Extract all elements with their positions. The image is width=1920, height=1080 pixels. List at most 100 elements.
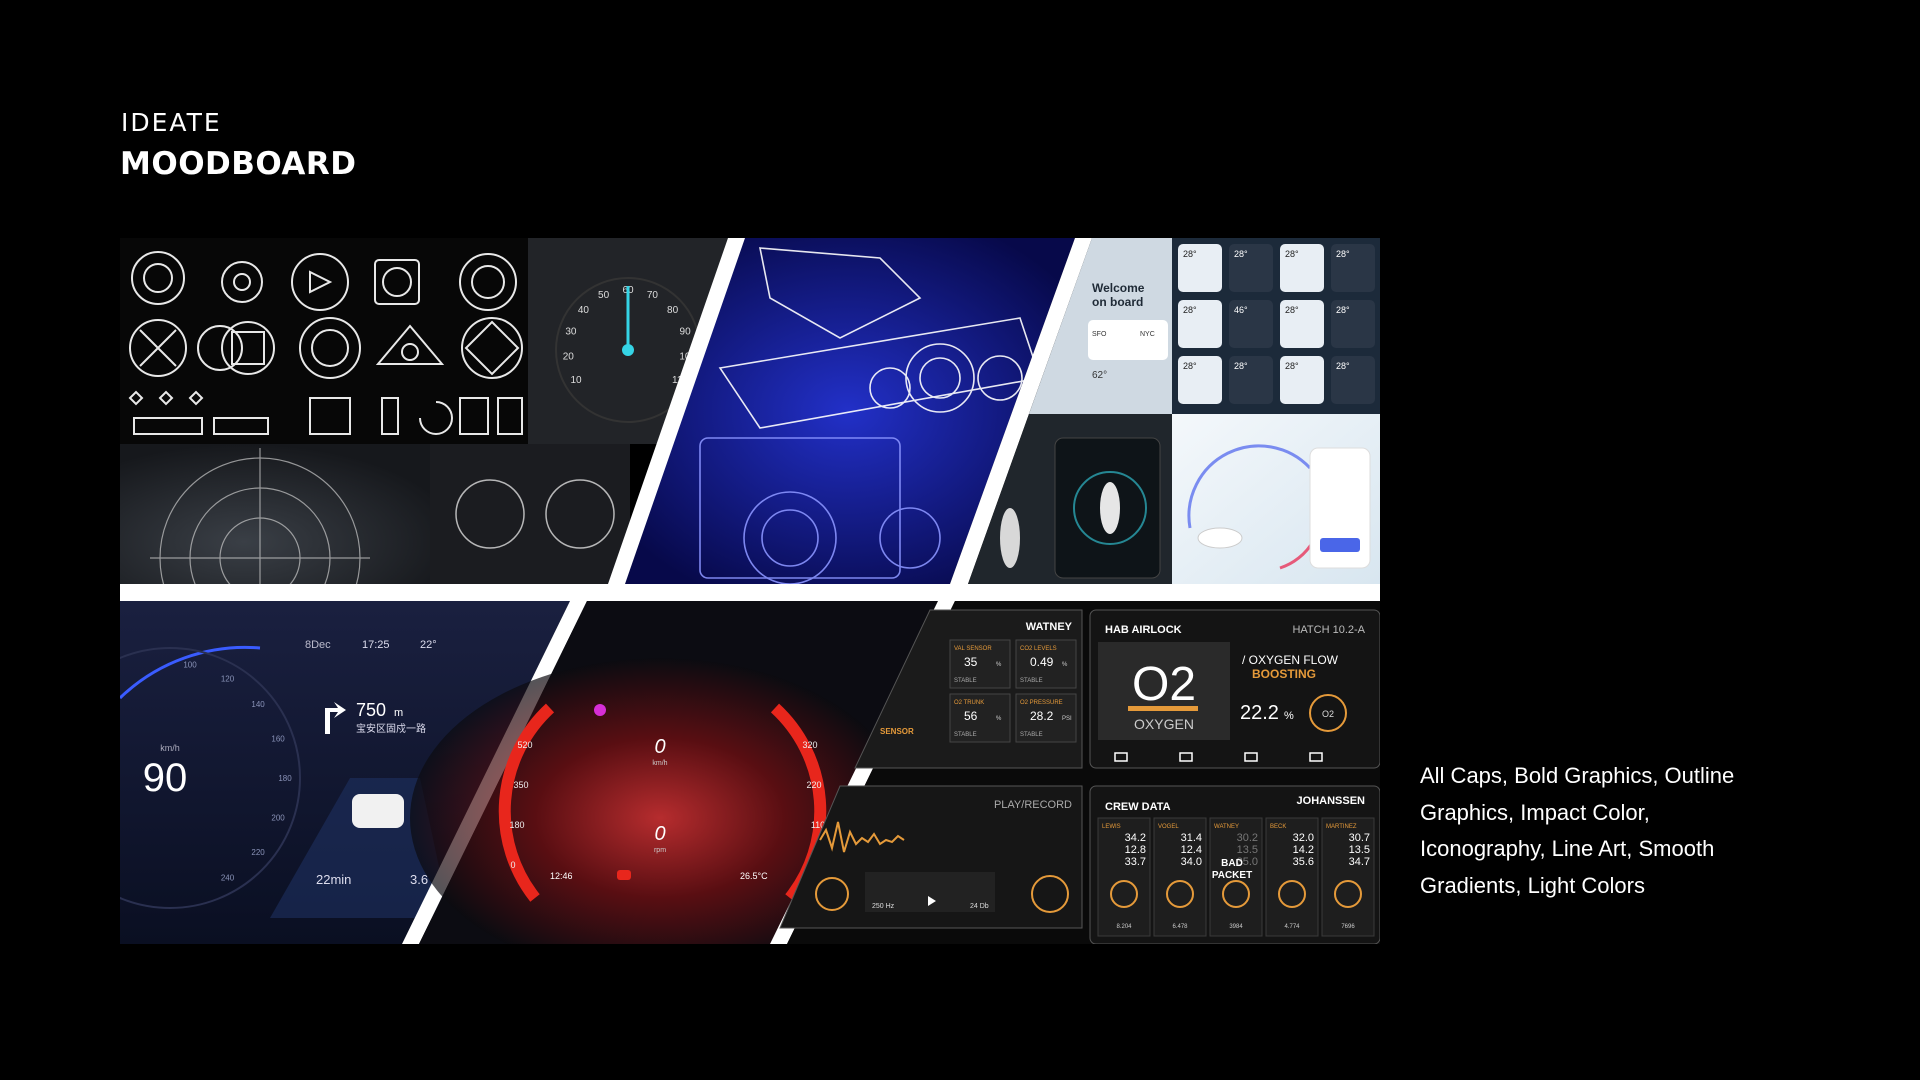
crew-member-name: MARTINEZ bbox=[1326, 824, 1357, 830]
watney-cell-label: O2 TRUNK bbox=[954, 700, 984, 706]
sport-tick-left: 180 bbox=[509, 820, 524, 830]
moodboard-collage: 102030405060708090100110 Welcome on boar… bbox=[120, 238, 1380, 944]
speedometer-tick: 80 bbox=[667, 305, 679, 316]
play-db: 24 Db bbox=[970, 903, 989, 910]
watney-cell-unit: % bbox=[1062, 662, 1068, 668]
crew-title: CREW DATA bbox=[1105, 801, 1171, 813]
airlock-boosting: BOOSTING bbox=[1252, 667, 1316, 681]
crew-value: 33.7 bbox=[1125, 856, 1146, 868]
weather-card-temp: 28° bbox=[1183, 361, 1197, 371]
crew-value: 35.6 bbox=[1293, 856, 1314, 868]
watney-cell-value: 0.49 bbox=[1030, 655, 1054, 669]
speedometer-tick: 50 bbox=[598, 290, 610, 301]
watney-cell-state: STABLE bbox=[954, 732, 977, 738]
car-gauge-tick: 180 bbox=[278, 774, 292, 783]
crew-packet: PACKET bbox=[1212, 870, 1252, 881]
car-dist-remaining: 3.6 bbox=[410, 872, 428, 887]
weather-card-temp: 28° bbox=[1336, 361, 1350, 371]
weather-card-temp: 28° bbox=[1234, 361, 1248, 371]
car-date: 8Dec bbox=[305, 639, 331, 651]
watney-cell-label: O2 PRESSURE bbox=[1020, 700, 1063, 706]
sport-tick-right: 220 bbox=[806, 780, 821, 790]
car-weather: 22° bbox=[420, 639, 437, 651]
crew-value: 30.7 bbox=[1349, 832, 1370, 844]
airlock-title: HAB AIRLOCK bbox=[1105, 624, 1182, 636]
crew-member-name: LEWIS bbox=[1102, 824, 1121, 830]
car-speed-unit: km/h bbox=[160, 743, 180, 753]
welcome-line1: Welcome bbox=[1092, 281, 1145, 295]
crew-member-name: WATNEY bbox=[1214, 824, 1239, 830]
car-eta: 22min bbox=[316, 872, 351, 887]
watney-title: WATNEY bbox=[1026, 621, 1073, 633]
car-gauge-tick: 140 bbox=[251, 700, 265, 709]
crew-helmet: 7696 bbox=[1341, 924, 1355, 930]
play-freq: 250 Hz bbox=[872, 903, 895, 910]
car-distance-unit: m bbox=[394, 707, 403, 719]
watney-cell-value: 35 bbox=[964, 655, 978, 669]
car-gauge-tick: 240 bbox=[221, 874, 235, 883]
play-title: PLAY/RECORD bbox=[994, 799, 1072, 811]
crew-value: 31.4 bbox=[1181, 832, 1202, 844]
weather-card-temp: 46° bbox=[1234, 305, 1248, 315]
moodboard-caption: All Caps, Bold Graphics, Outline Graphic… bbox=[1420, 763, 1735, 898]
crew-value: 13.5 bbox=[1237, 844, 1258, 856]
weather-card-temp: 28° bbox=[1285, 305, 1299, 315]
crew-value: 34.2 bbox=[1125, 832, 1146, 844]
sport-speed: 0 bbox=[654, 736, 665, 758]
crew-member-name: BECK bbox=[1270, 824, 1286, 830]
sport-temp: 26.5°C bbox=[740, 871, 768, 881]
sport-tick-right: 320 bbox=[802, 740, 817, 750]
car-gauge-tick: 220 bbox=[251, 848, 265, 857]
page-title: MOODBOARD bbox=[120, 146, 357, 182]
weather-card-temp: 28° bbox=[1234, 249, 1248, 259]
weather-card-temp: 28° bbox=[1285, 249, 1299, 259]
car-icon bbox=[352, 794, 404, 828]
airlock-hatch: HATCH 10.2-A bbox=[1292, 624, 1365, 636]
gauges-tile bbox=[430, 444, 630, 584]
watney-cell-state: STABLE bbox=[954, 678, 977, 684]
airlock-flow: / OXYGEN FLOW bbox=[1242, 653, 1339, 667]
watney-cell-value: 28.2 bbox=[1030, 709, 1054, 723]
warning-icon bbox=[617, 870, 631, 880]
car-gauge-tick: 100 bbox=[183, 661, 197, 670]
crew-value: 32.0 bbox=[1293, 832, 1314, 844]
watney-cell-label: VAL SENSOR bbox=[954, 646, 992, 652]
speedometer-tick: 20 bbox=[563, 351, 575, 362]
speedometer-tick: 30 bbox=[565, 327, 577, 338]
car-speed: 90 bbox=[143, 756, 188, 800]
hud-icons-tile bbox=[120, 238, 528, 444]
radar-tile bbox=[120, 444, 430, 584]
car-time: 17:25 bbox=[362, 639, 390, 651]
crew-value: 34.0 bbox=[1181, 856, 1202, 868]
welcome-to: NYC bbox=[1140, 331, 1155, 338]
welcome-from: SFO bbox=[1092, 331, 1107, 338]
speedometer-tick: 90 bbox=[680, 327, 692, 338]
car-gauge-tick: 120 bbox=[221, 674, 235, 683]
car-distance: 750 bbox=[356, 700, 386, 720]
welcome-line2: on board bbox=[1092, 295, 1143, 309]
weather-card-temp: 28° bbox=[1183, 249, 1197, 259]
speedometer-tick: 10 bbox=[570, 375, 582, 386]
crew-data-panel: CREW DATA JOHANSSEN LEWIS 34.212.833.7 8.2… bbox=[1089, 785, 1380, 944]
crew-member-name: VOGEL bbox=[1158, 824, 1179, 830]
sport-rpm-unit: rpm bbox=[654, 847, 666, 854]
sport-tick-left: 350 bbox=[513, 780, 528, 790]
watney-cell-unit: PSI bbox=[1062, 716, 1072, 722]
speedometer-tick: 70 bbox=[647, 290, 659, 301]
sport-tick-left: 0 bbox=[510, 860, 515, 870]
weather-card-temp: 28° bbox=[1285, 361, 1299, 371]
crew-value: 12.8 bbox=[1125, 844, 1146, 856]
sport-tick-left: 520 bbox=[517, 740, 532, 750]
crew-value: 30.2 bbox=[1237, 832, 1258, 844]
crew-value: 14.2 bbox=[1293, 844, 1314, 856]
watney-cell-value: 56 bbox=[964, 709, 978, 723]
weather-card-temp: 28° bbox=[1336, 305, 1350, 315]
watney-cell-state: STABLE bbox=[1020, 678, 1043, 684]
divider-horizontal bbox=[120, 584, 1380, 601]
sport-time: 12:46 bbox=[550, 871, 573, 881]
crew-bad: BAD bbox=[1221, 858, 1243, 869]
crew-helmet: 6.478 bbox=[1172, 924, 1188, 930]
car-gauge-tick: 160 bbox=[271, 735, 285, 744]
airlock-dial: O2 bbox=[1322, 709, 1334, 719]
watney-cell-unit: % bbox=[996, 662, 1002, 668]
